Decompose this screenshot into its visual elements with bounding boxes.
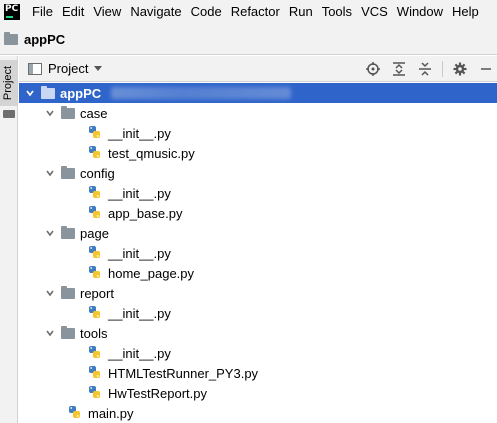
python-file-icon <box>87 185 103 201</box>
collapse-all-button[interactable] <box>414 58 436 80</box>
chevron-down-icon[interactable] <box>45 228 55 238</box>
chevron-down-icon[interactable] <box>45 288 55 298</box>
folder-icon <box>61 105 75 119</box>
folder-icon <box>61 225 75 239</box>
python-file-icon <box>67 405 83 421</box>
navigation-bar: appPC <box>0 24 497 55</box>
menu-edit[interactable]: Edit <box>58 0 88 24</box>
tree-item-label: page <box>80 225 109 241</box>
tree-file-row[interactable]: __init__.py <box>19 183 497 203</box>
menu-window[interactable]: Window <box>393 0 447 24</box>
folder-icon <box>61 325 75 339</box>
tree-file-row[interactable]: home_page.py <box>19 263 497 283</box>
crosshair-icon <box>366 62 380 76</box>
tree-folder-row[interactable]: case <box>19 103 497 123</box>
tree-root-row[interactable]: appPC <box>19 83 497 103</box>
chevron-down-icon[interactable] <box>45 328 55 338</box>
python-file-icon <box>87 125 103 141</box>
breadcrumb-project[interactable]: appPC <box>24 32 65 47</box>
tree-item-label: config <box>80 165 115 181</box>
left-tool-strip: Project <box>0 56 18 423</box>
tree-item-label: __init__.py <box>108 305 171 321</box>
tree-item-label: test_qmusic.py <box>108 145 195 161</box>
tree-item-label: __init__.py <box>108 245 171 261</box>
python-file-icon <box>87 145 103 161</box>
structure-folder-icon[interactable] <box>3 110 15 118</box>
menu-vcs[interactable]: VCS <box>357 0 392 24</box>
tree-file-row[interactable]: __init__.py <box>19 123 497 143</box>
menu-tools[interactable]: Tools <box>318 0 356 24</box>
menu-view[interactable]: View <box>89 0 125 24</box>
settings-button[interactable] <box>449 58 471 80</box>
python-file-icon <box>87 385 103 401</box>
expand-all-icon <box>393 62 405 76</box>
menu-file[interactable]: File <box>28 0 57 24</box>
tree-folder-row[interactable]: report <box>19 283 497 303</box>
tree-item-label: main.py <box>88 405 134 421</box>
redacted-path <box>111 87 292 99</box>
tree-file-row[interactable]: test_qmusic.py <box>19 143 497 163</box>
pycharm-logo-icon: PC <box>4 4 20 20</box>
menu-refactor[interactable]: Refactor <box>227 0 284 24</box>
tree-folder-row[interactable]: config <box>19 163 497 183</box>
tree-folder-row[interactable]: page <box>19 223 497 243</box>
tree-file-row[interactable]: main.py <box>19 403 497 423</box>
project-tool-window-header: Project <box>19 56 497 82</box>
python-file-icon <box>87 245 103 261</box>
project-tool-tab-label: Project <box>2 65 14 101</box>
menu-run[interactable]: Run <box>285 0 317 24</box>
project-view-label: Project <box>48 61 89 76</box>
tree-item-label: __init__.py <box>108 345 171 361</box>
tree-item-label: __init__.py <box>108 125 171 141</box>
chevron-down-icon[interactable] <box>25 88 35 98</box>
tree-file-row[interactable]: __init__.py <box>19 303 497 323</box>
menu-help[interactable]: Help <box>448 0 483 24</box>
chevron-down-icon <box>94 66 103 71</box>
tree-item-label: HwTestReport.py <box>108 385 207 401</box>
folder-icon <box>61 285 75 299</box>
collapse-all-icon <box>419 62 431 76</box>
folder-icon <box>41 85 55 99</box>
python-file-icon <box>87 345 103 361</box>
tree-item-label: case <box>80 105 108 121</box>
tree-item-label: __init__.py <box>108 185 171 201</box>
python-file-icon <box>87 265 103 281</box>
menu-code[interactable]: Code <box>187 0 226 24</box>
tree-file-row[interactable]: HwTestReport.py <box>19 383 497 403</box>
tree-file-row[interactable]: app_base.py <box>19 203 497 223</box>
locate-file-button[interactable] <box>362 58 384 80</box>
python-file-icon <box>87 305 103 321</box>
gear-icon <box>453 62 467 76</box>
python-file-icon <box>87 205 103 221</box>
tree-root-label: appPC <box>60 85 102 101</box>
folder-icon <box>4 31 18 45</box>
tree-file-row[interactable]: __init__.py <box>19 243 497 263</box>
expand-all-button[interactable] <box>388 58 410 80</box>
minimize-icon <box>481 68 491 70</box>
hide-panel-button[interactable] <box>475 58 497 80</box>
tree-file-row[interactable]: HTMLTestRunner_PY3.py <box>19 363 497 383</box>
python-file-icon <box>87 365 103 381</box>
menu-bar: PC File Edit View Navigate Code Refactor… <box>0 0 497 24</box>
menu-navigate[interactable]: Navigate <box>126 0 185 24</box>
project-view-selector[interactable]: Project <box>48 61 103 76</box>
chevron-down-icon[interactable] <box>45 168 55 178</box>
tree-item-label: home_page.py <box>108 265 195 281</box>
tree-item-label: tools <box>80 325 108 341</box>
tree-item-label: report <box>80 285 114 301</box>
tree-item-label: app_base.py <box>108 205 183 221</box>
toolbar-divider <box>442 61 443 77</box>
project-tree[interactable]: appPC case __init__.py test_qmusic.py confi… <box>19 83 497 423</box>
project-view-icon <box>28 62 42 75</box>
tree-file-row[interactable]: __init__.py <box>19 343 497 363</box>
chevron-down-icon[interactable] <box>45 108 55 118</box>
project-tool-tab[interactable]: Project <box>0 60 17 106</box>
tree-folder-row[interactable]: tools <box>19 323 497 343</box>
tree-item-label: HTMLTestRunner_PY3.py <box>108 365 259 381</box>
folder-icon <box>61 165 75 179</box>
